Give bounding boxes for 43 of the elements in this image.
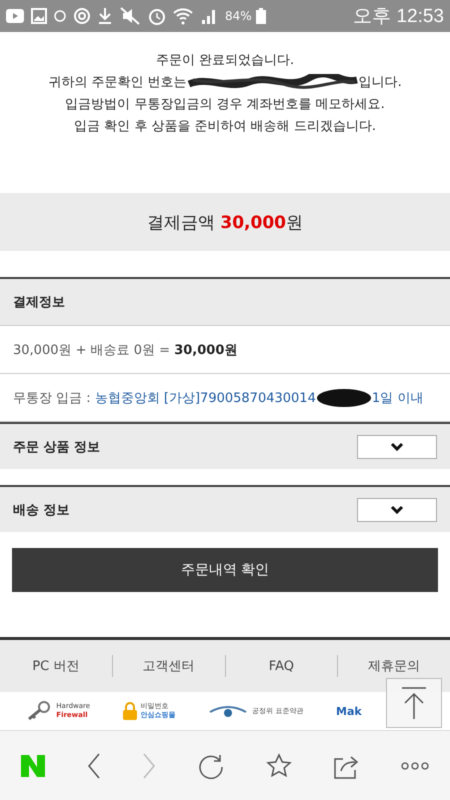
footer-link[interactable]: 제휴문의 [338, 657, 450, 675]
star-icon[interactable] [266, 752, 292, 778]
video-icon [6, 9, 24, 23]
footer-link[interactable]: PC 버전 [0, 657, 112, 675]
keys-icon [26, 701, 52, 721]
message-text: 입금 확인 후 상품을 준비하여 배송해 드리겠습니다. [74, 118, 376, 136]
expand-button[interactable] [357, 434, 437, 458]
eye-icon [208, 704, 248, 718]
mute-icon [119, 7, 141, 25]
clock: 오후 12:53 [353, 5, 444, 29]
image-icon [31, 8, 47, 24]
footer-link[interactable]: FAQ [226, 658, 338, 674]
badge-text: Mak [336, 706, 362, 716]
account-label: 무통장 입금 : [13, 390, 92, 406]
total-amount: 결제금액 30,000원 [146, 212, 303, 234]
scroll-top-button[interactable] [386, 678, 442, 728]
signal-icon [200, 8, 218, 24]
lock-icon [122, 702, 137, 720]
reload-icon[interactable] [198, 752, 224, 778]
deadline-text: 1일 이내 [372, 390, 424, 406]
redaction-blob [316, 388, 372, 408]
alarm-icon [148, 7, 166, 25]
arrow-up-icon [400, 686, 428, 720]
section-title: 결제정보 [13, 294, 65, 311]
account-number: 농협중앙회 [가상]79005870430014 [94, 390, 316, 406]
download-icon [98, 7, 112, 25]
battery-percent: 84% [225, 9, 252, 23]
message-text: 귀하의 주문확인 번호는 [48, 74, 187, 92]
message-text: 입금방법이 무통장입금의 경우 계좌번호를 메모하세요. [65, 96, 385, 114]
price-summary: 30,000원 + 배송료 0원 = 30,000원 [13, 342, 238, 358]
section-title: 배송 정보 [13, 502, 70, 518]
chevron-down-icon [390, 442, 404, 451]
order-history-button[interactable]: 주문내역 확인 [12, 548, 438, 592]
footer-link[interactable]: 고객센터 [112, 657, 224, 675]
more-icon[interactable] [401, 762, 430, 770]
chevron-down-icon [390, 505, 404, 514]
battery-icon [256, 8, 266, 24]
expand-button[interactable] [357, 498, 437, 522]
section-title: 주문 상품 정보 [13, 438, 100, 456]
message-text: 입니다. [358, 74, 402, 92]
wifi-icon [173, 7, 193, 25]
back-icon[interactable] [86, 752, 101, 778]
message-text: 주문이 완료되었습니다. [156, 52, 294, 70]
